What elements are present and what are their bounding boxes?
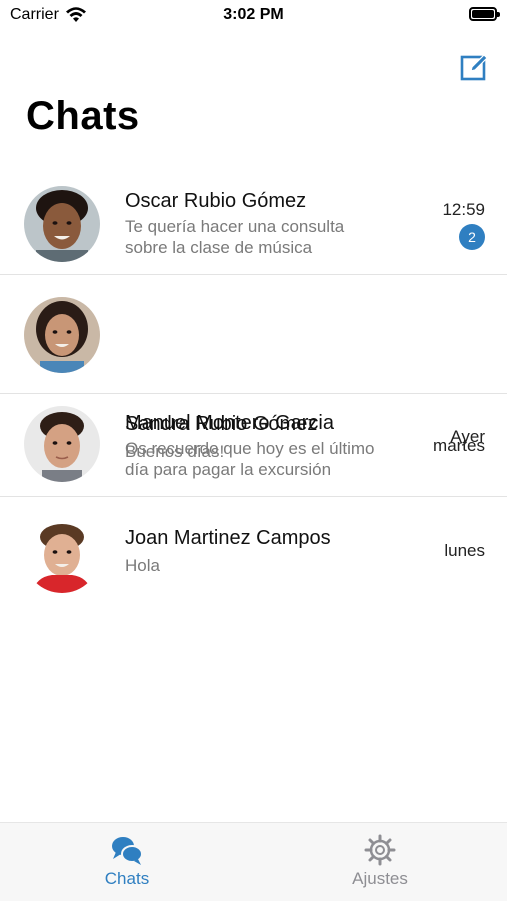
tab-settings[interactable]: Ajustes bbox=[320, 833, 440, 889]
message-preview: Te quería hacer una consulta sobre la cl… bbox=[125, 216, 415, 258]
message-preview: Hola bbox=[125, 555, 415, 576]
tab-chats[interactable]: Chats bbox=[67, 833, 187, 889]
tab-label: Chats bbox=[104, 869, 150, 888]
gear-icon bbox=[364, 834, 396, 866]
tab-bar: Chats Ajustes bbox=[0, 822, 507, 901]
status-time: 3:02 PM bbox=[223, 6, 284, 23]
avatar bbox=[24, 297, 100, 373]
contact-name: Manuel Montero Garcia bbox=[125, 412, 334, 434]
tab-label: Ajustes bbox=[352, 869, 408, 888]
preview-line: Hola bbox=[125, 556, 160, 575]
page-title: Chats bbox=[26, 94, 140, 138]
chat-bubbles-icon bbox=[112, 837, 143, 865]
preview-line: Te quería hacer una consulta bbox=[125, 217, 345, 236]
status-bar: Carrier 3:02 PM bbox=[0, 0, 507, 32]
contact-name: Oscar Rubio Gómez bbox=[125, 190, 307, 212]
compose-icon[interactable] bbox=[459, 52, 489, 82]
message-time: 12:59 bbox=[442, 200, 485, 219]
avatar bbox=[24, 517, 100, 593]
chat-row[interactable]: Joan Martinez Campos Hola lunes bbox=[0, 497, 507, 599]
message-time: lunes bbox=[444, 541, 485, 560]
preview-line: día para pagar la excursión bbox=[125, 460, 332, 479]
preview-line: sobre la clase de música bbox=[125, 238, 313, 257]
chat-row[interactable]: Manuel Montero Garcia Os recuerdo que ho… bbox=[0, 394, 507, 497]
message-time: martes bbox=[433, 436, 485, 455]
contact-name: Joan Martinez Campos bbox=[125, 527, 331, 549]
battery-icon bbox=[469, 7, 500, 21]
chat-row[interactable]: Oscar Rubio Gómez Te quería hacer una co… bbox=[0, 172, 507, 275]
avatar bbox=[24, 186, 100, 262]
avatar bbox=[24, 406, 100, 482]
unread-badge: 2 bbox=[459, 224, 485, 250]
message-preview: Os recuerdo que hoy es el último día par… bbox=[125, 438, 415, 480]
preview-line: Os recuerdo que hoy es el último bbox=[125, 439, 375, 458]
chat-list: Oscar Rubio Gómez Te quería hacer una co… bbox=[0, 172, 507, 599]
chat-row[interactable]: Sandra Rubio Gómez Buenos días! Ayer bbox=[0, 275, 507, 461]
